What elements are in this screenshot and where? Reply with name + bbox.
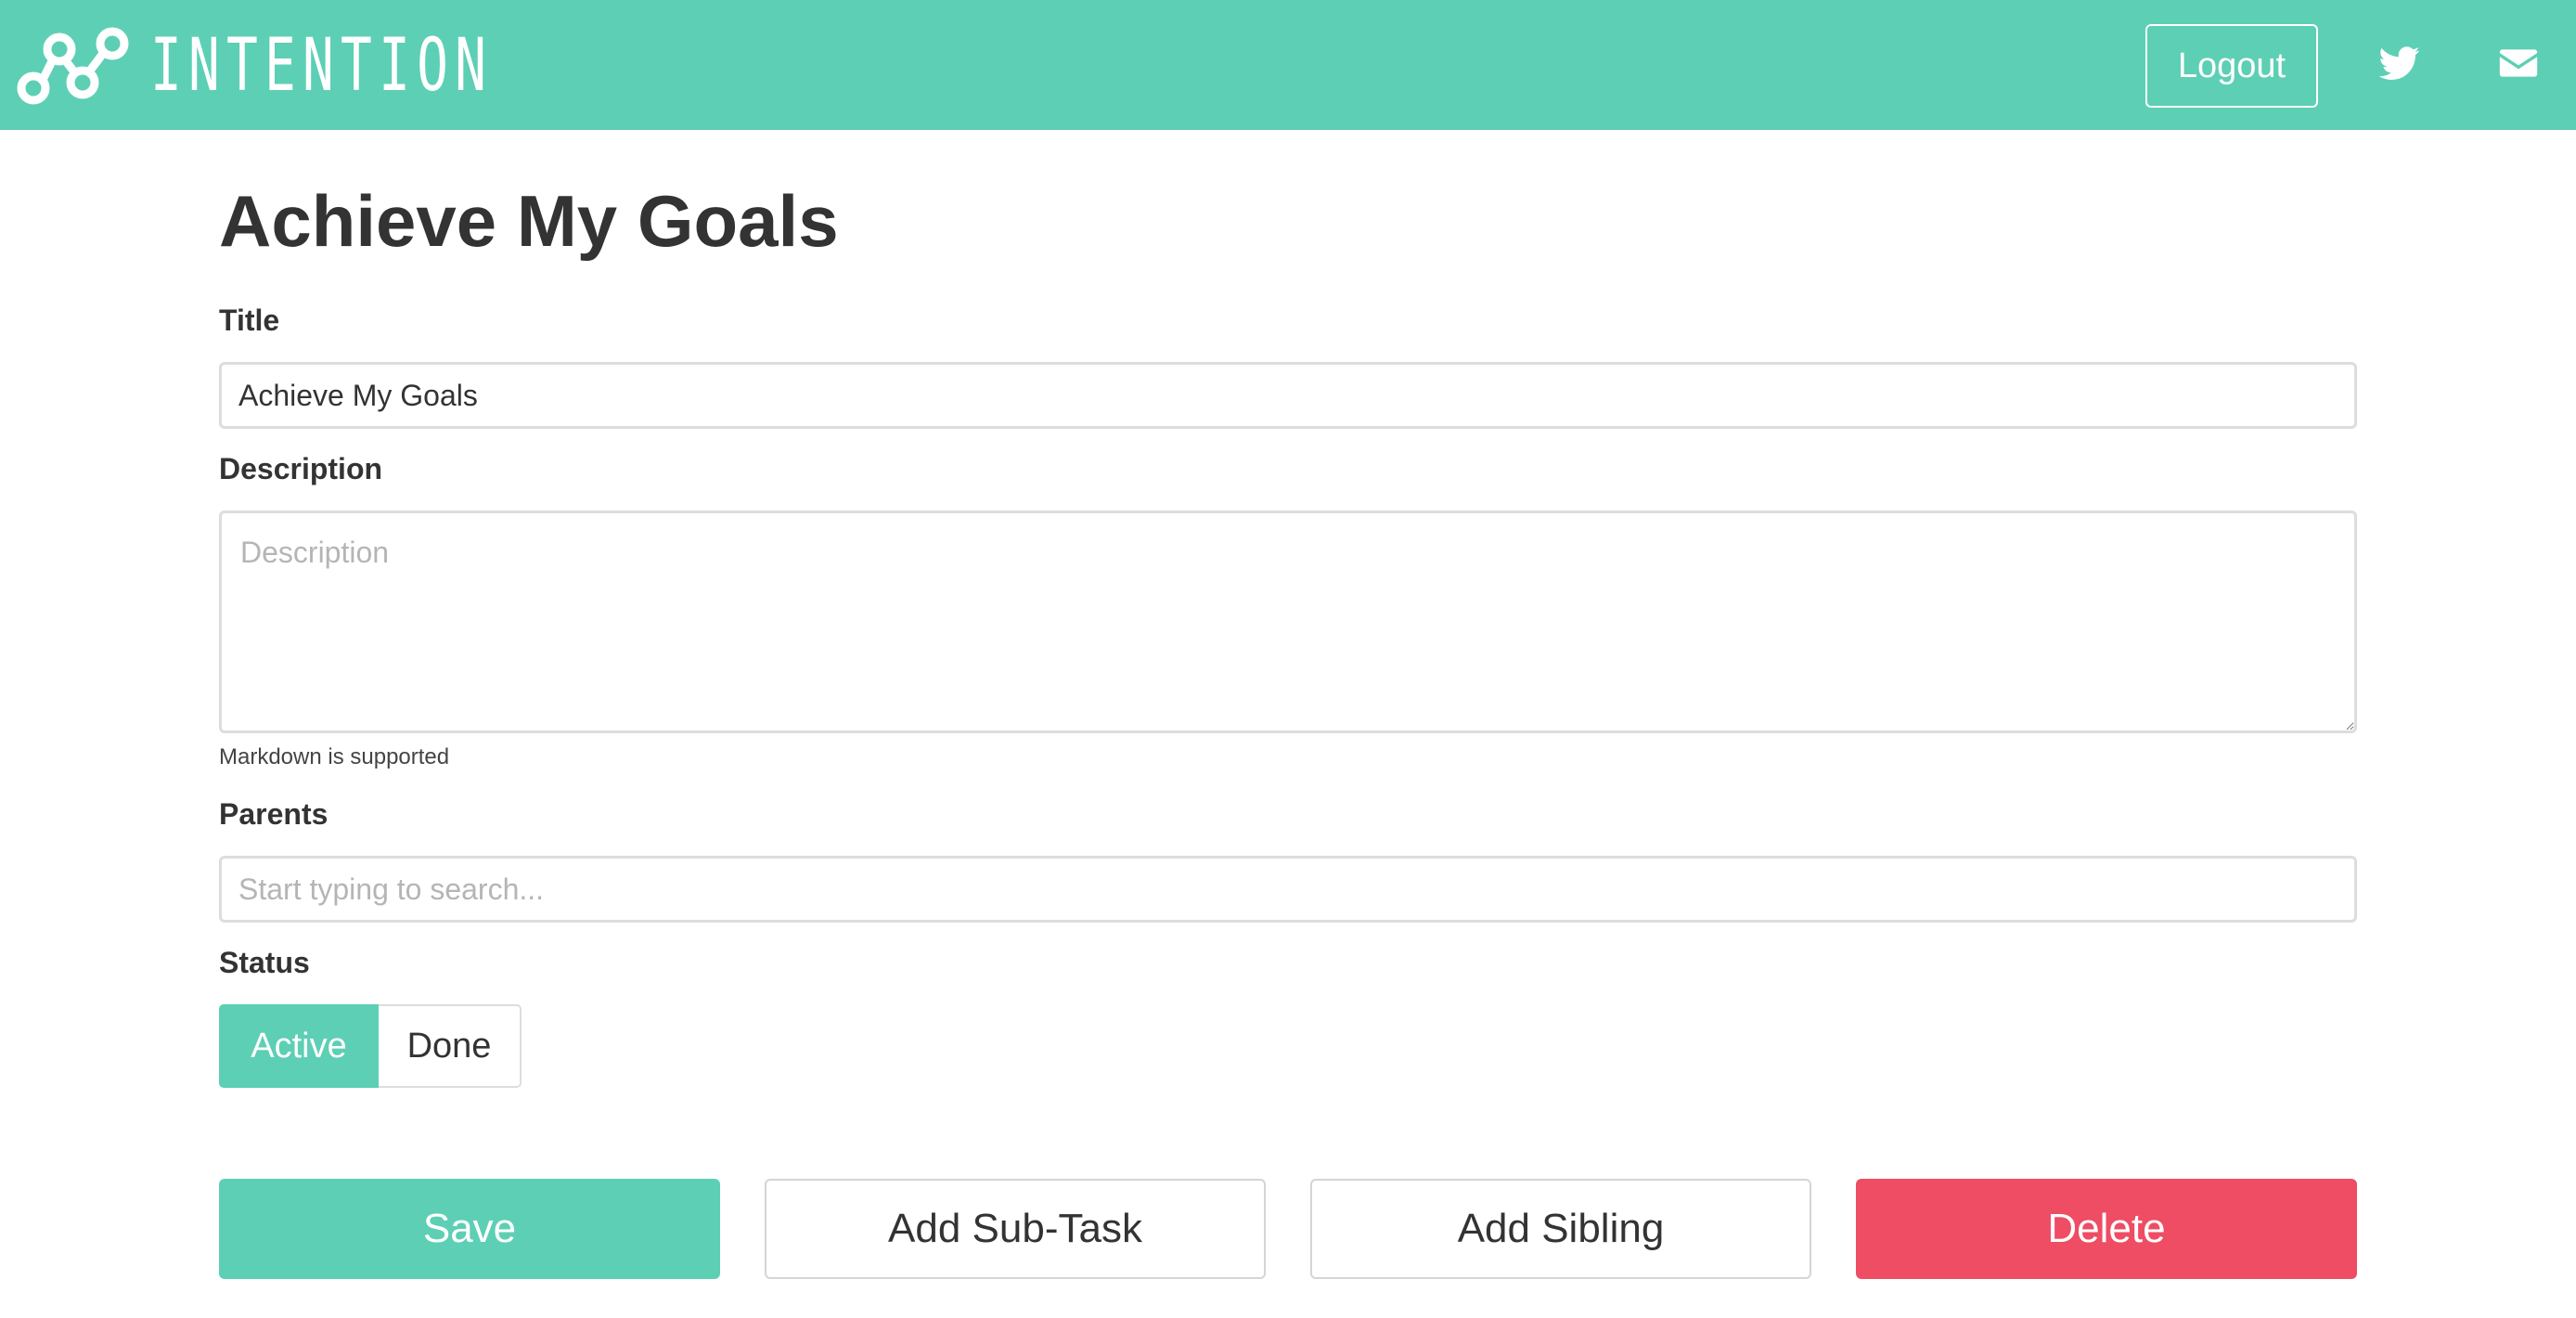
markdown-help-text: Markdown is supported	[219, 744, 450, 769]
description-label: Description	[219, 452, 383, 485]
title-label: Title	[219, 304, 280, 337]
page-title: Achieve My Goals	[219, 180, 839, 262]
save-button[interactable]: Save	[219, 1179, 720, 1279]
connected-nodes-icon	[17, 27, 129, 105]
description-textarea[interactable]	[219, 510, 2357, 733]
status-toggle: Active Done	[219, 1004, 522, 1088]
add-subtask-button[interactable]: Add Sub-Task	[765, 1179, 1266, 1279]
parents-search-input[interactable]	[219, 856, 2357, 923]
status-done-button[interactable]: Done	[379, 1004, 522, 1088]
brand[interactable]: INTENTION	[17, 24, 626, 108]
navbar: INTENTION Logout	[0, 0, 2576, 130]
parents-label: Parents	[219, 797, 328, 831]
brand-name: INTENTION	[150, 24, 494, 108]
status-active-button[interactable]: Active	[219, 1004, 379, 1088]
add-sibling-button[interactable]: Add Sibling	[1310, 1179, 1811, 1279]
twitter-icon[interactable]	[2379, 43, 2420, 84]
title-input[interactable]	[219, 362, 2357, 429]
delete-button[interactable]: Delete	[1856, 1179, 2357, 1279]
status-label: Status	[219, 946, 310, 979]
envelope-icon[interactable]	[2498, 43, 2539, 84]
logout-button[interactable]: Logout	[2145, 24, 2318, 108]
